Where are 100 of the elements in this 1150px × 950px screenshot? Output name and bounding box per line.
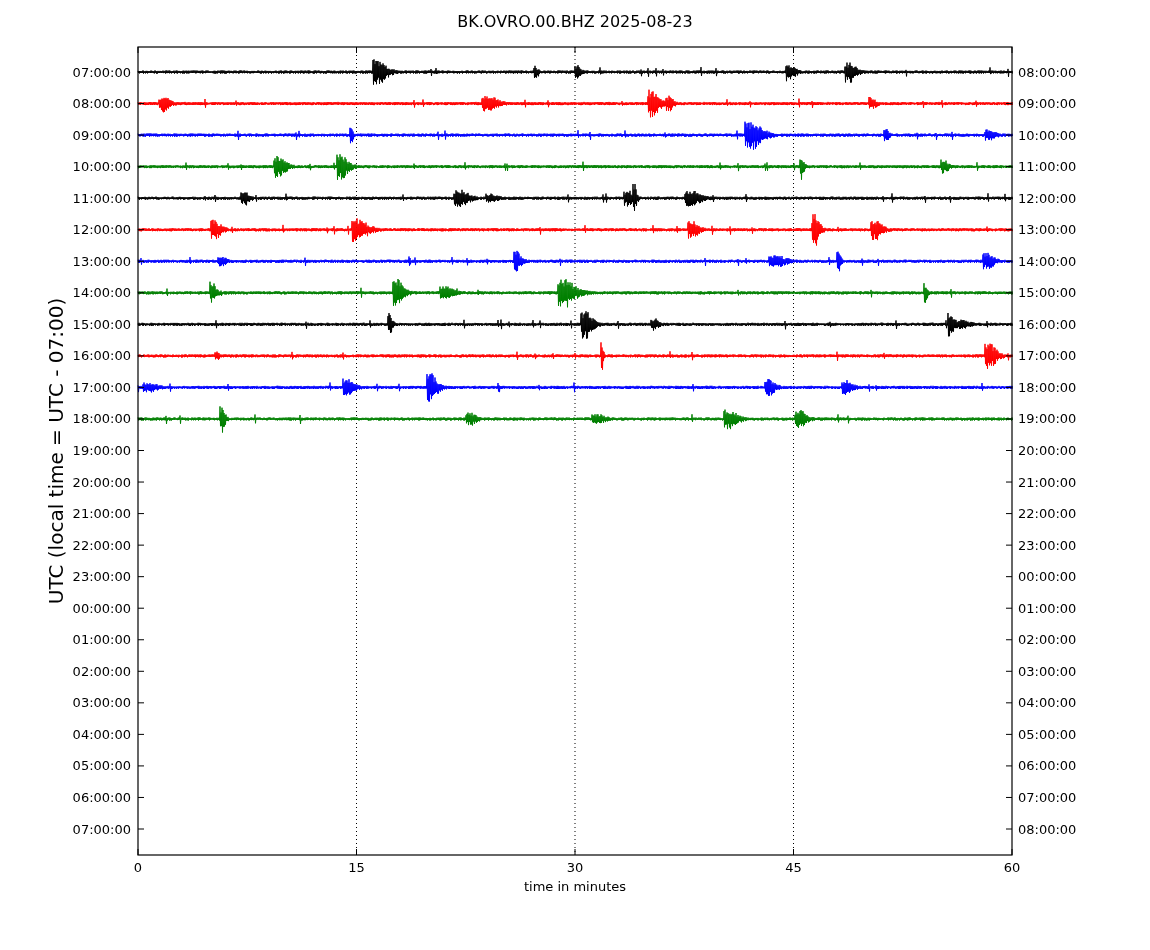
tick-mark bbox=[1005, 292, 1013, 294]
tick-mark bbox=[137, 323, 145, 325]
tick-mark bbox=[1005, 450, 1013, 451]
tick-mark bbox=[137, 670, 145, 672]
tick-mark bbox=[137, 765, 145, 767]
tick-label: 60 bbox=[1003, 860, 1021, 875]
tick-mark bbox=[1005, 103, 1013, 105]
tick-label: 13:00:00 bbox=[72, 253, 131, 269]
tick-mark bbox=[137, 355, 145, 357]
tick-label: 14:00:00 bbox=[1018, 253, 1077, 269]
tick-mark bbox=[1005, 134, 1013, 136]
tick-label: 06:00:00 bbox=[72, 789, 131, 805]
tick-label: 20:00:00 bbox=[1018, 443, 1077, 458]
tick-label: 09:00:00 bbox=[72, 127, 131, 143]
tick-label: 30 bbox=[566, 860, 584, 875]
tick-mark bbox=[137, 71, 145, 73]
tick-label: 10:00:00 bbox=[1018, 127, 1077, 143]
tick-mark bbox=[137, 166, 145, 168]
tick-label: 22:00:00 bbox=[1018, 506, 1077, 522]
tick-mark bbox=[1005, 229, 1013, 231]
tick-mark bbox=[1005, 481, 1013, 483]
tick-mark bbox=[1005, 796, 1013, 798]
tick-label: 12:00:00 bbox=[1018, 190, 1077, 206]
tick-mark bbox=[137, 607, 145, 609]
tick-mark bbox=[1005, 544, 1013, 546]
tick-mark bbox=[1005, 355, 1013, 357]
tick-label: 11:00:00 bbox=[72, 190, 131, 206]
tick-label: 09:00:00 bbox=[1018, 96, 1077, 112]
plot-title: BK.OVRO.00.BHZ 2025-08-23 bbox=[457, 12, 693, 31]
tick-label: 00:00:00 bbox=[72, 600, 131, 616]
tick-mark bbox=[137, 134, 145, 136]
axis-label: UTC (local time = UTC - 07:00) bbox=[44, 297, 68, 605]
tick-label: 18:00:00 bbox=[72, 411, 131, 427]
tick-mark bbox=[1005, 513, 1013, 515]
tick-label: 01:00:00 bbox=[72, 632, 131, 648]
tick-label: 21:00:00 bbox=[1018, 474, 1077, 490]
tick-label: 16:00:00 bbox=[1018, 316, 1077, 332]
tick-label: 05:00:00 bbox=[72, 758, 131, 774]
tick-label: 01:00:00 bbox=[1018, 600, 1077, 616]
tick-label: 15:00:00 bbox=[1018, 285, 1077, 301]
tick-mark bbox=[137, 513, 145, 515]
tick-mark bbox=[1005, 765, 1013, 767]
tick-label: 16:00:00 bbox=[72, 348, 131, 364]
tick-mark bbox=[137, 260, 145, 262]
tick-mark bbox=[1005, 418, 1013, 420]
tick-label: 08:00:00 bbox=[72, 96, 131, 112]
tick-mark bbox=[137, 229, 145, 231]
tick-mark bbox=[1005, 197, 1013, 199]
tick-mark bbox=[137, 418, 145, 420]
tick-mark bbox=[137, 544, 145, 546]
axis-label: time in minutes bbox=[523, 879, 627, 894]
tick-label: 13:00:00 bbox=[1018, 222, 1077, 238]
tick-mark bbox=[137, 481, 145, 483]
tick-mark bbox=[137, 103, 145, 105]
tick-label: 45 bbox=[785, 860, 802, 875]
tick-mark bbox=[1005, 639, 1013, 641]
tick-mark bbox=[137, 386, 145, 388]
tick-label: 06:00:00 bbox=[1018, 758, 1077, 774]
tick-label: 02:00:00 bbox=[72, 663, 131, 679]
tick-mark bbox=[1011, 46, 1013, 54]
tick-label: 05:00:00 bbox=[1018, 726, 1077, 742]
tick-mark bbox=[137, 702, 145, 704]
tick-label: 08:00:00 bbox=[1018, 821, 1077, 837]
tick-label: 04:00:00 bbox=[72, 726, 131, 742]
tick-label: 03:00:00 bbox=[1018, 663, 1077, 679]
tick-mark bbox=[137, 197, 145, 199]
tick-label: 08:00:00 bbox=[1018, 64, 1077, 80]
tick-label: 17:00:00 bbox=[72, 379, 131, 395]
tick-mark bbox=[574, 46, 576, 54]
tick-label: 03:00:00 bbox=[72, 695, 131, 711]
tick-mark bbox=[1005, 386, 1013, 388]
tick-label: 11:00:00 bbox=[1018, 159, 1077, 175]
tick-label: 00:00:00 bbox=[1018, 569, 1077, 585]
tick-mark bbox=[1005, 733, 1013, 735]
tick-label: 02:00:00 bbox=[1018, 632, 1077, 648]
tick-mark bbox=[137, 828, 145, 830]
tick-label: 23:00:00 bbox=[72, 569, 131, 585]
tick-label: 10:00:00 bbox=[72, 159, 131, 175]
tick-label: 07:00:00 bbox=[1018, 789, 1077, 805]
tick-mark bbox=[137, 639, 145, 641]
tick-label: 12:00:00 bbox=[72, 222, 131, 238]
tick-label: 04:00:00 bbox=[1018, 695, 1077, 711]
tick-mark bbox=[793, 46, 794, 54]
tick-label: 07:00:00 bbox=[72, 821, 131, 837]
tick-mark bbox=[137, 576, 145, 578]
tick-mark bbox=[1005, 323, 1013, 325]
tick-mark bbox=[1005, 260, 1013, 262]
tick-label: 18:00:00 bbox=[1018, 379, 1077, 395]
tick-label: 15 bbox=[348, 860, 365, 875]
tick-label: 19:00:00 bbox=[72, 443, 131, 458]
tick-mark bbox=[356, 46, 357, 54]
tick-label: 21:00:00 bbox=[72, 506, 131, 522]
tick-mark bbox=[1005, 166, 1013, 168]
tick-label: 19:00:00 bbox=[1018, 411, 1077, 427]
tick-label: 20:00:00 bbox=[72, 474, 131, 490]
tick-mark bbox=[1005, 576, 1013, 578]
tick-mark bbox=[1005, 828, 1013, 830]
tick-mark bbox=[137, 46, 139, 54]
tick-mark bbox=[137, 848, 139, 856]
tick-label: 17:00:00 bbox=[1018, 348, 1077, 364]
